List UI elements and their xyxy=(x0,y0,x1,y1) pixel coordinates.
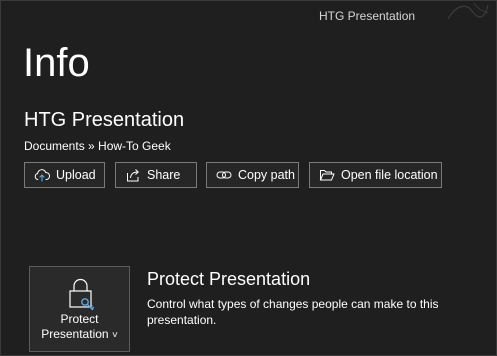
share-button[interactable]: Share xyxy=(115,162,197,188)
open-file-location-label: Open file location xyxy=(341,168,438,182)
share-label: Share xyxy=(147,168,181,182)
decorative-swirl-icon xyxy=(447,2,489,20)
chevron-down-icon: ˅ xyxy=(111,330,118,341)
lock-key-icon xyxy=(69,278,95,311)
copy-path-label: Copy path xyxy=(238,168,295,182)
document-name: HTG Presentation xyxy=(24,109,185,131)
protect-presentation-button[interactable]: Protect Presentation ˅ xyxy=(29,266,130,352)
page-title: Info xyxy=(23,41,90,85)
upload-button[interactable]: Upload xyxy=(24,162,105,188)
protect-label-text: Presentation xyxy=(41,327,109,341)
folder-open-icon xyxy=(319,167,335,183)
copy-path-button[interactable]: Copy path xyxy=(206,162,299,188)
protect-label-line1: Protect xyxy=(60,312,99,326)
link-icon xyxy=(216,167,232,183)
backstage-info-panel: HTG Presentation Info HTG Presentation D… xyxy=(0,0,497,356)
protect-heading: Protect Presentation xyxy=(147,269,311,289)
open-file-location-button[interactable]: Open file location xyxy=(309,162,442,188)
upload-label: Upload xyxy=(56,168,96,182)
protect-label-line2: Presentation ˅ xyxy=(30,327,129,343)
protect-presentation-label: Protect Presentation ˅ xyxy=(30,312,129,343)
window-title: HTG Presentation xyxy=(319,9,416,23)
breadcrumb[interactable]: Documents » How-To Geek xyxy=(24,139,171,153)
protect-description: Control what types of changes people can… xyxy=(147,297,439,327)
share-icon xyxy=(125,167,141,183)
cloud-upload-icon xyxy=(34,167,50,183)
